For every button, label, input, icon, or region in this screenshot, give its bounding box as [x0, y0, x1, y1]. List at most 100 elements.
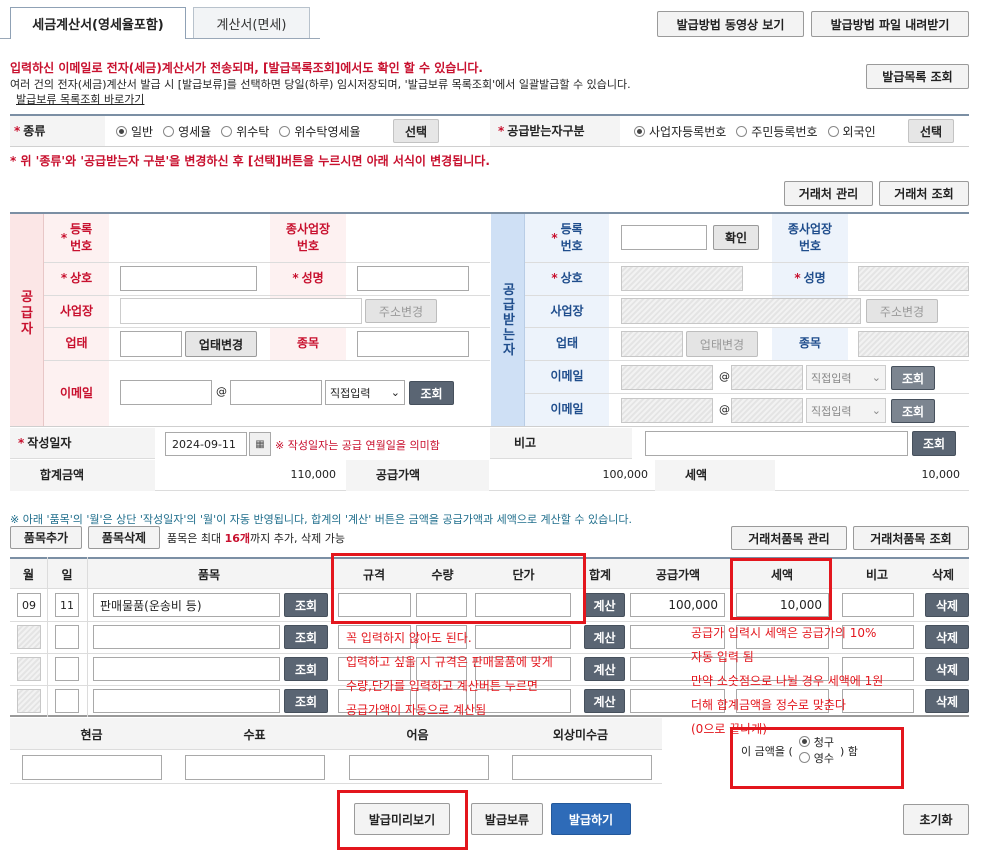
item-calc-button[interactable]: 계산 — [584, 593, 625, 617]
receiver-biztype-button: 업태변경 — [686, 331, 758, 357]
tab-tax-invoice[interactable]: 세금계산서(영세율포함) — [10, 7, 186, 39]
recv-radio-resident[interactable]: 주민등록번호 — [736, 123, 818, 140]
supplier-email-search-button[interactable]: 조회 — [409, 381, 454, 405]
supplier-email-domain-input[interactable] — [230, 380, 322, 405]
receiver-email1-domain-input — [731, 365, 803, 390]
video-guide-button[interactable]: 발급방법 동영상 보기 — [657, 11, 804, 37]
item-name-input[interactable] — [93, 657, 280, 681]
item-day-input[interactable] — [55, 625, 79, 649]
supplier-biztype-label: 업태 — [65, 336, 88, 350]
receiver-email1-select: 직접입력 ⌄ — [806, 365, 886, 390]
partner-item-manage-button[interactable]: 거래처품목 관리 — [731, 526, 847, 550]
type-radio-normal[interactable]: 일반 — [116, 123, 153, 140]
item-name-input[interactable] — [93, 689, 280, 713]
partner-search-button[interactable]: 거래처 조회 — [879, 181, 969, 206]
item-day-input[interactable]: 11 — [55, 593, 79, 617]
recv-radio-biz[interactable]: 사업자등록번호 — [634, 123, 726, 140]
supply-amount-label: 공급가액 — [375, 468, 421, 482]
supplier-email-select[interactable]: 직접입력 ⌄ — [325, 380, 405, 405]
item-day-input[interactable] — [55, 657, 79, 681]
receiver-reg-input[interactable] — [621, 225, 707, 250]
receiver-email1-id-input — [621, 365, 713, 390]
item-delete-row-button[interactable]: 삭제 — [925, 625, 969, 649]
annotation-line: 입력하고 싶을 시 규격은 판매물품에 맞게 — [346, 655, 553, 669]
item-remark-input[interactable] — [842, 593, 914, 617]
receiver-title: 공급받는자 — [503, 283, 515, 358]
item-delete-row-button[interactable]: 삭제 — [925, 657, 969, 681]
item-calc-button[interactable]: 계산 — [584, 689, 625, 713]
recv-type-options: 사업자등록번호 주민등록번호 외국인 — [634, 116, 876, 146]
item-delete-button[interactable]: 품목삭제 — [88, 526, 160, 549]
supplier-ceo-input[interactable] — [357, 266, 469, 291]
payment-cash-input[interactable] — [22, 755, 162, 780]
partner-manage-button[interactable]: 거래처 관리 — [784, 181, 873, 206]
payment-check-input[interactable] — [185, 755, 325, 780]
item-day-input[interactable] — [55, 689, 79, 713]
tax-amount-label: 세액 — [684, 468, 708, 482]
receiver-reg-confirm-button[interactable]: 확인 — [713, 225, 759, 250]
tab-invoice-exempt[interactable]: 계산서(면세) — [193, 7, 310, 38]
item-supply-input[interactable]: 100,000 — [630, 593, 725, 617]
item-month-input[interactable]: 09 — [17, 593, 41, 617]
items-notice: ※ 아래 '품목'의 '월'은 상단 '작성일자'의 '월'이 자동 반영됩니다… — [10, 513, 633, 526]
item-calc-button[interactable]: 계산 — [584, 625, 625, 649]
supplier-address-label: 사업장 — [59, 304, 94, 318]
annotation-text-spec: 꼭 입력하지 않아도 된다. 입력하고 싶을 시 규격은 판매물품에 맞게 수량… — [346, 626, 553, 722]
type-select-button[interactable]: 선택 — [393, 119, 439, 143]
remark-search-button[interactable]: 조회 — [912, 431, 956, 456]
receiver-item-label: 종목 — [798, 336, 822, 350]
issue-button[interactable]: 발급하기 — [551, 803, 631, 835]
item-delete-row-button[interactable]: 삭제 — [925, 593, 969, 617]
receiver-at-sign-2: @ — [719, 403, 730, 416]
receiver-at-sign-1: @ — [719, 370, 730, 383]
item-delete-row-button[interactable]: 삭제 — [925, 689, 969, 713]
supplier-biztype-button[interactable]: 업태변경 — [185, 331, 257, 357]
col-supply: 공급가액 — [655, 567, 701, 582]
date-input[interactable]: 2024-09-11 — [165, 432, 247, 456]
col-remark: 비고 — [865, 567, 889, 582]
supplier-email-id-input[interactable] — [120, 380, 212, 405]
col-sum: 합계 — [588, 567, 612, 582]
remark-input[interactable] — [645, 431, 908, 456]
supplier-at-sign: @ — [216, 385, 227, 398]
issue-list-button[interactable]: 발급목록 조회 — [866, 64, 969, 89]
type-radio-consign[interactable]: 위수탁 — [221, 123, 269, 140]
item-search-button[interactable]: 조회 — [284, 657, 328, 681]
supplier-biztype-input[interactable] — [120, 331, 182, 357]
type-radio-zero[interactable]: 영세율 — [163, 123, 211, 140]
partner-item-search-button[interactable]: 거래처품목 조회 — [853, 526, 969, 550]
notice-line-2: 여러 건의 전자(세금)계산서 발급 시 [발급보류]를 선택하면 당일(하루)… — [10, 78, 631, 91]
item-search-button[interactable]: 조회 — [284, 625, 328, 649]
receiver-email2-id-input — [621, 398, 713, 423]
receiver-email1-search-button[interactable]: 조회 — [891, 366, 935, 390]
receiver-name-input — [621, 266, 743, 291]
annotation-box-spec — [331, 553, 586, 624]
receiver-ceo-input — [858, 266, 969, 291]
item-search-button[interactable]: 조회 — [284, 593, 328, 617]
calendar-icon[interactable]: ▦ — [249, 432, 271, 456]
supplier-item-input[interactable] — [357, 331, 469, 357]
reset-button[interactable]: 초기화 — [903, 804, 969, 835]
item-add-button[interactable]: 품목추가 — [10, 526, 82, 549]
payment-note-input[interactable] — [349, 755, 489, 780]
payment-credit-input[interactable] — [512, 755, 652, 780]
type-radio-consign-zero[interactable]: 위수탁영세율 — [279, 123, 361, 140]
item-name-input[interactable]: 판매물품(운송비 등) — [93, 593, 280, 617]
tab-label: 세금계산서(영세율포함) — [32, 18, 164, 33]
supplier-address-button[interactable]: 주소변경 — [365, 299, 437, 323]
issue-hold-button[interactable]: 발급보류 — [471, 803, 543, 835]
receiver-reg-label: * 등록 번호 — [551, 222, 583, 253]
receiver-name-label: * 상호 — [551, 271, 583, 285]
item-month-input — [17, 657, 41, 681]
item-calc-button[interactable]: 계산 — [584, 657, 625, 681]
recv-radio-foreign[interactable]: 외국인 — [827, 123, 876, 140]
receiver-email2-search-button[interactable]: 조회 — [891, 399, 935, 423]
recv-select-button[interactable]: 선택 — [908, 119, 954, 143]
supplier-name-label: * 상호 — [60, 271, 93, 285]
download-guide-button[interactable]: 발급방법 파일 내려받기 — [811, 11, 969, 37]
tab-label: 계산서(면세) — [216, 17, 287, 33]
supplier-name-input[interactable] — [120, 266, 257, 291]
item-name-input[interactable] — [93, 625, 280, 649]
item-search-button[interactable]: 조회 — [284, 689, 328, 713]
hold-list-link[interactable]: 발급보류 목록조회 바로가기 — [16, 91, 144, 107]
